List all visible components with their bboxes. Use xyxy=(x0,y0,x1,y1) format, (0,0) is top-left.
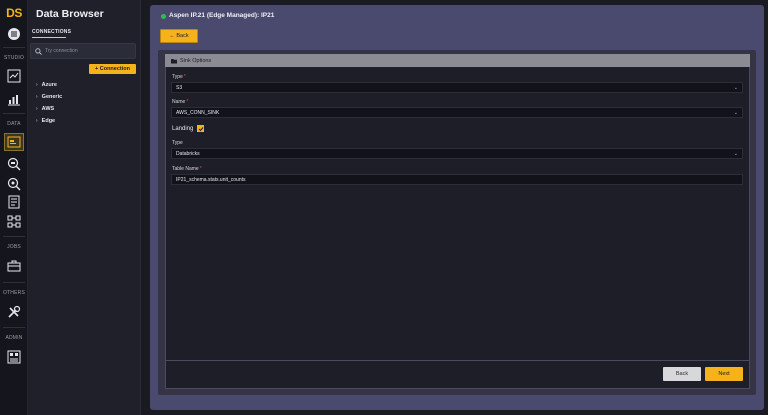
tools-icon[interactable] xyxy=(5,303,23,321)
folder-icon xyxy=(171,58,177,63)
search-icon xyxy=(35,47,42,55)
chevron-right-icon: › xyxy=(36,106,38,112)
sink-type-select-value: Databricks xyxy=(176,150,200,157)
tree-item-generic[interactable]: › Generic xyxy=(36,94,62,100)
landing-checkbox[interactable] xyxy=(197,125,205,132)
checkmark-icon xyxy=(198,126,204,131)
data-explore-icon[interactable] xyxy=(5,175,23,193)
back-button[interactable]: ← Back xyxy=(160,29,198,43)
tree-item-azure[interactable]: › Azure xyxy=(36,82,57,88)
rail-section-others: OTHERS xyxy=(2,290,26,296)
data-browser-icon[interactable] xyxy=(4,133,24,151)
app-logo: DS xyxy=(6,6,22,20)
chevron-down-icon: ⌄ xyxy=(733,110,738,116)
rail-section-data: DATA xyxy=(7,121,21,127)
type-select[interactable]: S3 ⌄ xyxy=(171,82,743,93)
add-connection-button[interactable]: + Connection xyxy=(89,64,136,74)
chevron-right-icon: › xyxy=(36,82,38,88)
data-catalog-icon[interactable] xyxy=(5,193,23,211)
table-name-input[interactable]: IP21_schema.stats.unit_counts xyxy=(171,174,743,185)
status-dot xyxy=(161,14,166,19)
table-name-label: Table Name* xyxy=(172,166,202,172)
jobs-briefcase-icon[interactable] xyxy=(5,257,23,275)
section-title: Sink Options xyxy=(180,57,212,64)
tab-connections[interactable]: CONNECTIONS xyxy=(32,29,71,35)
left-rail: DS STUDIO DATA JOBS OTHERS ADMIN xyxy=(0,0,28,415)
type-label: Type* xyxy=(172,74,186,80)
name-label: Name* xyxy=(172,99,189,105)
data-browser-panel: Data Browser CONNECTIONS xyxy=(28,0,141,415)
rail-section-jobs: JOBS xyxy=(7,244,21,250)
pipeline-icon[interactable] xyxy=(5,212,23,230)
next-button[interactable]: Next xyxy=(705,367,743,381)
sink-type-label: Type xyxy=(172,140,183,146)
search-input[interactable] xyxy=(45,48,135,54)
landing-label: Landing xyxy=(172,125,194,132)
rail-section-admin: ADMIN xyxy=(5,335,23,341)
rail-section-studio: STUDIO xyxy=(3,55,25,61)
sink-options-panel xyxy=(165,54,750,389)
rail-divider xyxy=(3,282,25,283)
admin-panel-icon[interactable] xyxy=(5,348,23,366)
studio-flow-icon[interactable] xyxy=(5,67,23,85)
chevron-right-icon: › xyxy=(36,94,38,100)
tab-underline xyxy=(32,37,66,38)
section-header: Sink Options xyxy=(165,54,750,67)
footer-back-button[interactable]: Back xyxy=(663,367,701,381)
chevron-right-icon: › xyxy=(36,118,38,124)
rail-divider xyxy=(3,113,25,114)
menu-icon[interactable] xyxy=(5,25,23,43)
footer-divider xyxy=(166,360,749,361)
tree-item-edge[interactable]: › Edge xyxy=(36,118,55,124)
tree-item-aws[interactable]: › AWS xyxy=(36,106,54,112)
browser-title: Data Browser xyxy=(36,8,104,20)
type-select-value: S3 xyxy=(176,84,183,91)
name-select[interactable]: AWS_CONN_SINK ⌄ xyxy=(171,107,743,118)
page-title: Aspen IP.21 (Edge Managed): IP21 xyxy=(169,12,275,19)
landing-checkbox-row[interactable]: Landing xyxy=(172,125,205,132)
data-search-icon[interactable] xyxy=(5,155,23,173)
sink-type-select[interactable]: Databricks ⌄ xyxy=(171,148,743,159)
table-name-value: IP21_schema.stats.unit_counts xyxy=(176,176,246,183)
rail-divider xyxy=(3,236,25,237)
chart-icon[interactable] xyxy=(5,90,23,108)
chevron-down-icon: ⌄ xyxy=(733,151,738,157)
name-select-value: AWS_CONN_SINK xyxy=(176,109,220,116)
rail-divider xyxy=(3,47,25,48)
connection-search[interactable] xyxy=(30,43,136,59)
rail-divider xyxy=(3,327,25,328)
chevron-down-icon: ⌄ xyxy=(733,85,738,91)
